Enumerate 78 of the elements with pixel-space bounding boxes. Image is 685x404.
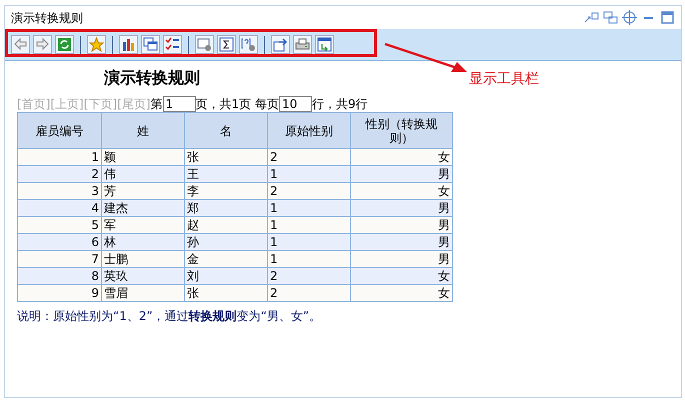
print-button[interactable] [293, 35, 312, 54]
table-cell: 8 [18, 268, 102, 284]
pager-link[interactable]: [下页] [84, 95, 118, 113]
table-cell: 2 [18, 166, 102, 182]
table-cell: 男 [350, 216, 452, 234]
page-number-field[interactable]: 1 [162, 96, 196, 112]
table-cell: 2 [268, 148, 350, 166]
table-cell: 伟 [102, 166, 184, 182]
table-cell: 2 [268, 284, 350, 302]
table-cell: 3 [18, 182, 102, 200]
table-cell: 1 [268, 250, 350, 268]
column-header: 名 [184, 112, 268, 148]
table-cell: 建杰 [102, 200, 184, 216]
table-cell: 9 [18, 284, 102, 302]
table-cell: 张 [184, 284, 268, 302]
pager-link[interactable]: [尾页] [117, 95, 150, 113]
table-cell: 女 [350, 182, 452, 200]
column-header: 姓 [102, 112, 184, 148]
table-cell: 5 [18, 216, 102, 234]
pager-link[interactable]: [首页] [17, 95, 50, 113]
table-cell: 女 [350, 284, 452, 302]
table-cell: 男 [350, 250, 452, 268]
table-cell: 1 [18, 148, 102, 166]
annotation-label: 显示工具栏 [469, 70, 539, 89]
pager-link[interactable]: [上页] [50, 95, 84, 113]
column-header: 雇员编号 [18, 112, 102, 148]
table-cell: 4 [18, 200, 102, 216]
page-size-field[interactable]: 10 [278, 96, 312, 112]
table-cell: 孙 [184, 234, 268, 250]
table-cell: 英玖 [102, 268, 184, 284]
forward-button[interactable] [33, 35, 52, 54]
maximize-icon[interactable] [660, 10, 675, 25]
table-cell: 张 [184, 148, 268, 166]
table-cell: 军 [102, 216, 184, 234]
note-text: 说明：原始性别为“1、2”，通过转换规则变为“男、女”。 [17, 308, 322, 325]
arrows-icon[interactable] [584, 10, 599, 25]
table-cell: 1 [268, 216, 350, 234]
pager-text: 第 [150, 96, 162, 113]
table-cell: 1 [268, 166, 350, 182]
table-cell: 1 [268, 234, 350, 250]
table-cell: 1 [268, 200, 350, 216]
windows-button[interactable] [141, 35, 160, 54]
export-button[interactable] [271, 35, 290, 54]
table-cell: 2 [268, 182, 350, 200]
table-cell: 王 [184, 166, 268, 182]
table-cell: 7 [18, 250, 102, 268]
table-cell: 男 [350, 166, 452, 182]
swap-button[interactable] [315, 35, 334, 54]
table-cell: 2 [268, 268, 350, 284]
table-cell: 金 [184, 250, 268, 268]
table-cell: 李 [184, 182, 268, 200]
table-cell: 林 [102, 234, 184, 250]
checklist-button[interactable] [163, 35, 182, 54]
column-header: 原始性别 [268, 112, 350, 148]
table-cell: 赵 [184, 216, 268, 234]
windows-icon[interactable] [603, 10, 618, 25]
table-cell: 男 [350, 234, 452, 250]
table-cell: 士鹏 [102, 250, 184, 268]
window-title: 演示转换规则 [11, 10, 83, 26]
table-cell: 刘 [184, 268, 268, 284]
table-cell: 芳 [102, 182, 184, 200]
report-title: 演示转换规则 [104, 67, 201, 89]
pager-text: 页，共1页 每页 [196, 96, 279, 113]
table-cell: 6 [18, 234, 102, 250]
sum-button[interactable] [217, 35, 236, 54]
target-icon[interactable] [622, 10, 637, 25]
back-button[interactable] [11, 35, 30, 54]
table-cell: 颖 [102, 148, 184, 166]
table-cell: 郑 [184, 200, 268, 216]
refresh-button[interactable] [55, 35, 74, 54]
table-cell: 女 [350, 268, 452, 284]
star-button[interactable] [87, 35, 106, 54]
pager-text: 行，共9行 [312, 96, 368, 113]
table-cell: 雪眉 [102, 284, 184, 302]
table-cell: 男 [350, 200, 452, 216]
table-cell: 女 [350, 148, 452, 166]
bar-chart-button[interactable] [119, 35, 138, 54]
column-header: 性别（转换规则） [350, 112, 452, 148]
